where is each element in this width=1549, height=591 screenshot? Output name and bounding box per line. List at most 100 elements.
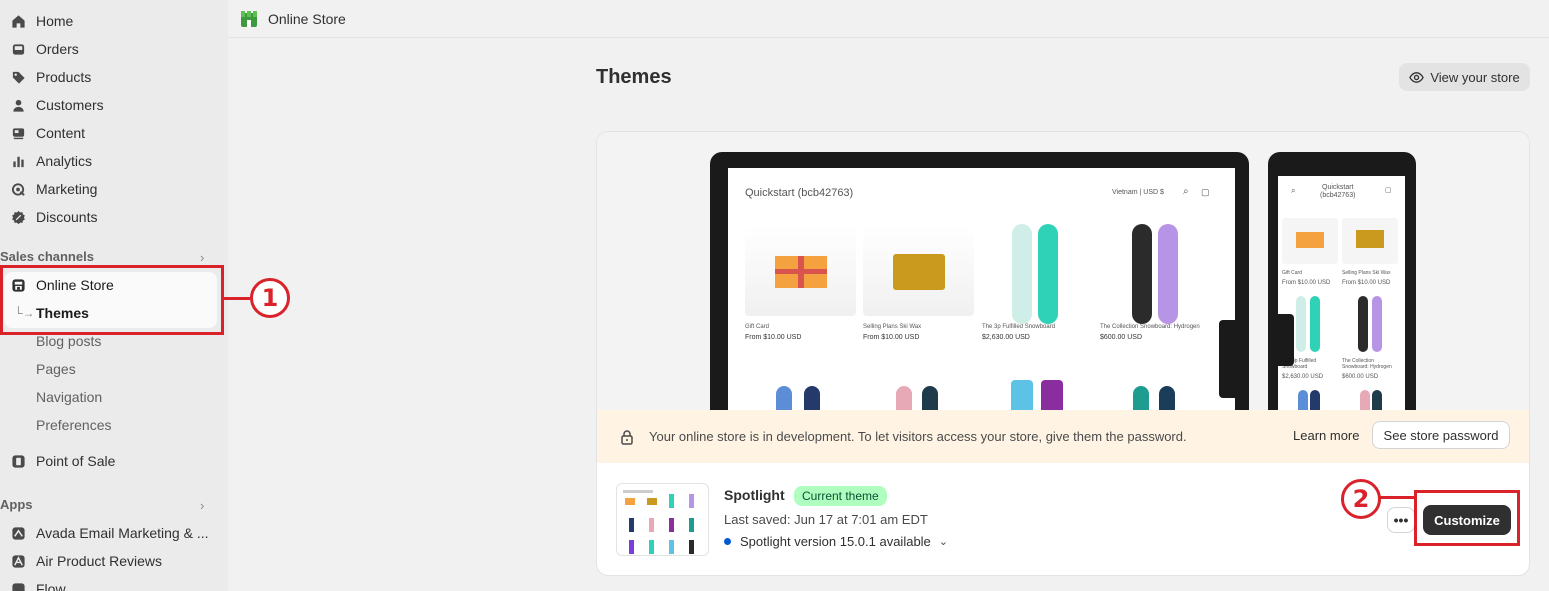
annotation-marker-1: 1 xyxy=(250,278,290,318)
app-root: Home Orders Products Customers Content A… xyxy=(0,0,1549,591)
theme-thumbnail[interactable] xyxy=(616,483,709,556)
mobile-product-image xyxy=(1282,218,1338,264)
thumbnail-header xyxy=(623,490,653,493)
thumbnail-product xyxy=(625,498,635,505)
chevron-right-icon[interactable]: › xyxy=(200,250,204,265)
sidebar-item-label: Flow xyxy=(36,581,66,591)
thumbnail-product xyxy=(649,518,654,532)
sidebar-item-discounts[interactable]: Discounts xyxy=(0,204,218,230)
product-name: The 3p Fulfilled Snowboard xyxy=(982,324,1056,330)
sidebar-item-customers[interactable]: Customers xyxy=(0,92,218,118)
sidebar-item-label: Content xyxy=(36,125,86,141)
mobile-store-name: Quickstart xyxy=(1322,184,1354,191)
reviews-side-tab xyxy=(1278,314,1294,366)
sidebar-item-label: Discounts xyxy=(36,209,98,225)
preview-product-card: The Collection Snowboard: Hydrogen $600.… xyxy=(1100,224,1211,341)
thumbnail-product xyxy=(669,494,674,508)
sidebar-item-point-of-sale[interactable]: Point of Sale xyxy=(0,448,218,474)
chevron-right-icon[interactable]: › xyxy=(200,498,204,513)
sidebar-item-home[interactable]: Home xyxy=(0,8,218,34)
avada-app-icon xyxy=(10,525,26,541)
discount-icon xyxy=(10,209,26,225)
view-store-label: View your store xyxy=(1430,69,1520,85)
sidebar-subitem-preferences[interactable]: Preferences xyxy=(36,414,111,436)
flow-app-icon xyxy=(10,581,26,591)
eye-icon xyxy=(1409,71,1425,83)
apps-heading: Apps xyxy=(0,497,33,512)
desktop-preview-frame: Quickstart (bcb42763) Vietnam | USD $ ⌕ … xyxy=(710,152,1249,428)
home-icon xyxy=(10,13,26,29)
product-name: Gift Card xyxy=(745,324,770,330)
top-bar: Online Store xyxy=(228,0,1549,38)
product-name: The Collection Snowboard: Hydrogen xyxy=(1100,324,1200,330)
snowboard-image xyxy=(1310,296,1320,352)
reviews-side-tab xyxy=(1219,320,1235,398)
mobile-product-image xyxy=(1342,218,1398,264)
last-saved-text: Last saved: Jun 17 at 7:01 am EDT xyxy=(724,512,928,527)
thumbnail-product xyxy=(669,540,674,554)
product-image xyxy=(1100,224,1211,324)
mobile-search-icon: ⌕ xyxy=(1291,186,1296,195)
snowboard-image xyxy=(1296,296,1306,352)
mobile-product-price: $2,630.00 USD xyxy=(1282,374,1324,380)
annotation-connector-1 xyxy=(222,297,250,300)
sidebar-subitem-navigation[interactable]: Navigation xyxy=(36,386,102,408)
chevron-down-icon: ⌄ xyxy=(938,536,949,548)
top-bar-title: Online Store xyxy=(268,10,346,27)
theme-name: Spotlight xyxy=(724,487,785,503)
snowboard-image xyxy=(1132,224,1152,324)
learn-more-link[interactable]: Learn more xyxy=(1293,428,1359,443)
current-theme-card: Quickstart (bcb42763) Vietnam | USD $ ⌕ … xyxy=(596,131,1530,576)
sidebar-item-air-reviews[interactable]: Air Product Reviews xyxy=(0,548,218,574)
product-image xyxy=(982,224,1093,324)
sidebar-item-products[interactable]: Products xyxy=(0,64,218,90)
update-dot-icon xyxy=(724,538,731,545)
sidebar-item-label: Marketing xyxy=(36,181,98,197)
sidebar-item-label: Point of Sale xyxy=(36,453,116,469)
view-store-button[interactable]: View your store xyxy=(1399,63,1530,91)
preview-product-card: The 3p Fulfilled Snowboard $2,630.00 USD xyxy=(982,224,1093,341)
sidebar-subitem-pages[interactable]: Pages xyxy=(36,358,76,380)
mobile-product-name: Selling Plans Ski Wax xyxy=(1342,270,1391,276)
product-price: From $10.00 USD xyxy=(745,334,802,341)
sidebar-item-analytics[interactable]: Analytics xyxy=(0,148,218,174)
product-name: Selling Plans Ski Wax xyxy=(863,324,922,330)
sidebar-item-label: Orders xyxy=(36,41,79,57)
annotation-highlight-1 xyxy=(0,265,224,335)
version-text: Spotlight version 15.0.1 available xyxy=(740,534,931,549)
mobile-product-name: The Collection Snowboard: Hydrogen xyxy=(1342,358,1392,370)
preview-store-name: Quickstart (bcb42763) xyxy=(745,187,854,199)
sidebar-item-label: Products xyxy=(36,69,92,85)
sidebar-item-label: Home xyxy=(36,13,74,29)
online-store-logo-icon xyxy=(241,10,257,27)
mobile-product-price: From $10.00 USD xyxy=(1282,280,1331,286)
page-title: Themes xyxy=(596,66,672,88)
current-theme-badge: Current theme xyxy=(794,486,887,506)
thumbnail-product xyxy=(689,518,694,532)
person-icon xyxy=(10,97,26,113)
lock-icon xyxy=(621,429,633,445)
more-actions-button[interactable]: ••• xyxy=(1387,507,1415,533)
sidebar-item-marketing[interactable]: Marketing xyxy=(0,176,218,202)
snowboard-image xyxy=(1158,224,1178,324)
version-available[interactable]: Spotlight version 15.0.1 available ⌄ xyxy=(724,534,948,549)
thumbnail-product xyxy=(647,498,657,505)
thumbnail-product xyxy=(669,518,674,532)
sidebar-item-label: Customers xyxy=(36,97,104,113)
air-reviews-app-icon xyxy=(10,553,26,569)
content-icon xyxy=(10,125,26,141)
sidebar-item-label: Avada Email Marketing & ... xyxy=(36,525,209,541)
sidebar-item-orders[interactable]: Orders xyxy=(0,36,218,62)
sidebar-item-flow[interactable]: Flow xyxy=(0,576,218,591)
gift-card-image xyxy=(1296,232,1324,248)
sidebar-item-label: Analytics xyxy=(36,153,93,169)
theme-preview[interactable]: Quickstart (bcb42763) Vietnam | USD $ ⌕ … xyxy=(597,132,1529,428)
snowboard-image xyxy=(1372,296,1382,352)
preview-product-card: Selling Plans Ski Wax From $10.00 USD xyxy=(863,226,974,341)
thumbnail-product xyxy=(689,494,694,508)
sidebar-item-content[interactable]: Content xyxy=(0,120,218,146)
thumbnail-product xyxy=(629,540,634,554)
sidebar-item-avada[interactable]: Avada Email Marketing & ... xyxy=(0,520,218,546)
see-store-password-button[interactable]: See store password xyxy=(1372,421,1510,449)
product-price: $2,630.00 USD xyxy=(982,334,1030,341)
